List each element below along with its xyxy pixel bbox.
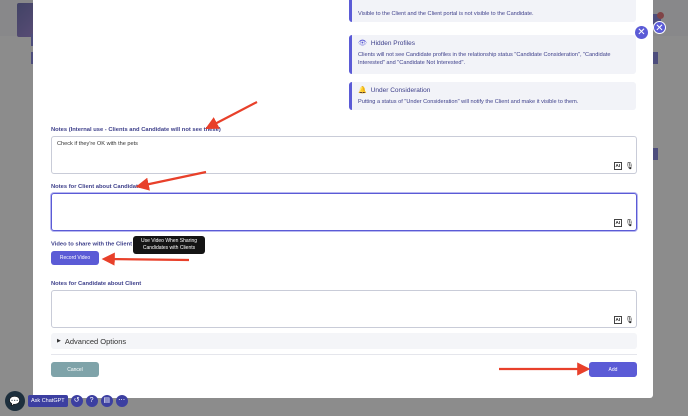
info-card-body: Visible to the Client and the Client por… <box>358 11 534 17</box>
client-notes-field[interactable]: AI 🎙 <box>51 193 637 231</box>
microphone-icon[interactable]: 🎙 <box>625 162 634 170</box>
info-card-body: Clients will not see Candidate profiles … <box>358 52 611 66</box>
candidate-notes-field[interactable]: AI 🎙 <box>51 290 637 328</box>
add-relationship-modal: ✕ Visible to the Client and the Client p… <box>33 0 653 398</box>
document-icon[interactable]: ▤ <box>100 395 113 407</box>
info-card-visibility: Visible to the Client and the Client por… <box>349 0 636 22</box>
info-card-title: Under Consideration <box>370 86 431 94</box>
chat-icon[interactable]: 💬 <box>5 391 25 411</box>
client-notes-label: Notes for Client about Candidate <box>51 184 142 190</box>
eye-icon: 👁 <box>358 40 367 47</box>
microphone-icon[interactable]: 🎙 <box>625 316 634 324</box>
video-label: Video to share with the Client i <box>51 241 142 248</box>
internal-notes-label: Notes (Internal use - Clients and Candid… <box>51 127 221 133</box>
history-icon[interactable]: ↺ <box>70 395 83 407</box>
microphone-icon[interactable]: 🎙 <box>625 219 634 227</box>
internal-notes-value: Check if they're OK with the pets <box>57 141 138 147</box>
add-button[interactable]: Add <box>589 362 637 377</box>
outer-close-icon[interactable]: ✕ <box>653 21 666 34</box>
bottom-toolbar: 💬 Ask ChatGPT ↺ ? ▤ ⋯ <box>5 389 128 413</box>
ai-icon[interactable]: AI <box>613 316 623 324</box>
candidate-notes-label: Notes for Candidate about Client <box>51 281 142 287</box>
ai-icon[interactable]: AI <box>613 219 623 227</box>
advanced-options-label: Advanced Options <box>64 336 127 346</box>
ask-chatgpt-button[interactable]: Ask ChatGPT <box>28 395 68 407</box>
close-icon[interactable]: ✕ <box>635 26 648 39</box>
info-card-under-consideration: 🔔 Under Consideration Putting a status o… <box>349 82 636 110</box>
bell-icon: 🔔 <box>358 87 367 94</box>
record-video-button[interactable]: Record Video <box>51 251 99 265</box>
info-card-title: Hidden Profiles <box>370 39 415 47</box>
video-tooltip: Use Video When Sharing Candidates with C… <box>133 236 205 254</box>
info-card-hidden-profiles: 👁 Hidden Profiles Clients will not see C… <box>349 35 636 74</box>
info-card-body: Putting a status of "Under Consideration… <box>358 99 579 105</box>
advanced-options-toggle[interactable]: ▶ Advanced Options <box>51 333 637 349</box>
more-icon[interactable]: ⋯ <box>115 395 128 407</box>
divider <box>51 354 637 355</box>
help-icon[interactable]: ? <box>85 395 98 407</box>
ai-icon[interactable]: AI <box>613 162 623 170</box>
caret-right-icon: ▶ <box>57 338 61 344</box>
video-label-text: Video to share with the Client <box>51 241 133 248</box>
cancel-button[interactable]: Cancel <box>51 362 99 377</box>
internal-notes-field[interactable]: Check if they're OK with the pets AI 🎙 <box>51 136 637 174</box>
